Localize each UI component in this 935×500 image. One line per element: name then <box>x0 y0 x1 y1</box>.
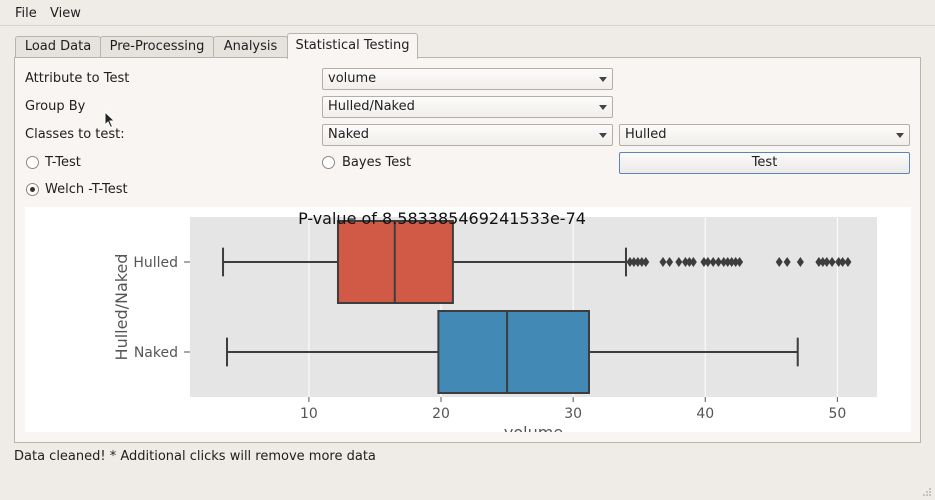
class-a-select[interactable]: Naked <box>322 124 613 146</box>
tab-statistical-testing[interactable]: Statistical Testing <box>287 33 418 59</box>
x-tick-label: 50 <box>828 406 846 422</box>
bayes-test-radio[interactable] <box>322 156 335 169</box>
welch-t-test-radio[interactable] <box>26 183 39 196</box>
tab-load-data[interactable]: Load Data <box>15 36 101 58</box>
class-b-select[interactable]: Hulled <box>619 124 910 146</box>
y-axis-label: Hulled/Naked <box>112 254 131 361</box>
attribute-select-value: volume <box>328 71 377 86</box>
chevron-down-icon <box>599 105 607 110</box>
x-tick-label: 20 <box>432 406 450 422</box>
group-by-label: Group By <box>25 99 86 114</box>
mouse-cursor-icon <box>104 111 116 129</box>
radio-selected-dot <box>30 187 35 192</box>
chart-title: P-value of 8.583385469241533e-74 <box>298 209 586 228</box>
x-tick-label: 40 <box>696 406 714 422</box>
menu-file[interactable]: File <box>15 6 37 21</box>
t-test-label: T-Test <box>45 155 81 170</box>
x-axis-label: volume <box>504 423 563 432</box>
x-tick-label: 30 <box>564 406 582 422</box>
attribute-label: Attribute to Test <box>25 71 130 86</box>
attribute-select[interactable]: volume <box>322 68 613 90</box>
group-by-select[interactable]: Hulled/Naked <box>322 96 613 118</box>
chevron-down-icon <box>599 77 607 82</box>
class-a-select-value: Naked <box>328 127 370 142</box>
classes-label: Classes to test: <box>25 127 125 142</box>
x-tick-label: 10 <box>300 406 318 422</box>
bayes-test-label: Bayes Test <box>342 155 412 170</box>
menu-bar: File View <box>0 0 935 26</box>
test-button[interactable]: Test <box>619 152 910 174</box>
box-naked <box>437 310 590 394</box>
y-tick-label: Naked <box>134 345 178 361</box>
class-b-select-value: Hulled <box>625 127 667 142</box>
tab-analysis[interactable]: Analysis <box>213 36 288 58</box>
tab-pre-processing[interactable]: Pre-Processing <box>100 36 214 58</box>
boxplot-chart: Hulled Naked 10 20 30 40 50 P-value of 8.583385… <box>112 209 877 432</box>
y-tick-label: Hulled <box>133 255 178 271</box>
chevron-down-icon <box>896 133 904 138</box>
chevron-down-icon <box>599 133 607 138</box>
resize-grip-icon[interactable] <box>922 487 932 497</box>
welch-t-test-label: Welch -T-Test <box>45 182 128 197</box>
status-message: Data cleaned! * Additional clicks will r… <box>14 449 376 464</box>
menu-view[interactable]: View <box>50 6 81 21</box>
group-by-select-value: Hulled/Naked <box>328 99 415 114</box>
t-test-radio[interactable] <box>26 156 39 169</box>
menu-separator <box>0 25 935 26</box>
boxplot-figure: Hulled Naked 10 20 30 40 50 P-value of 8.583385… <box>25 207 911 432</box>
